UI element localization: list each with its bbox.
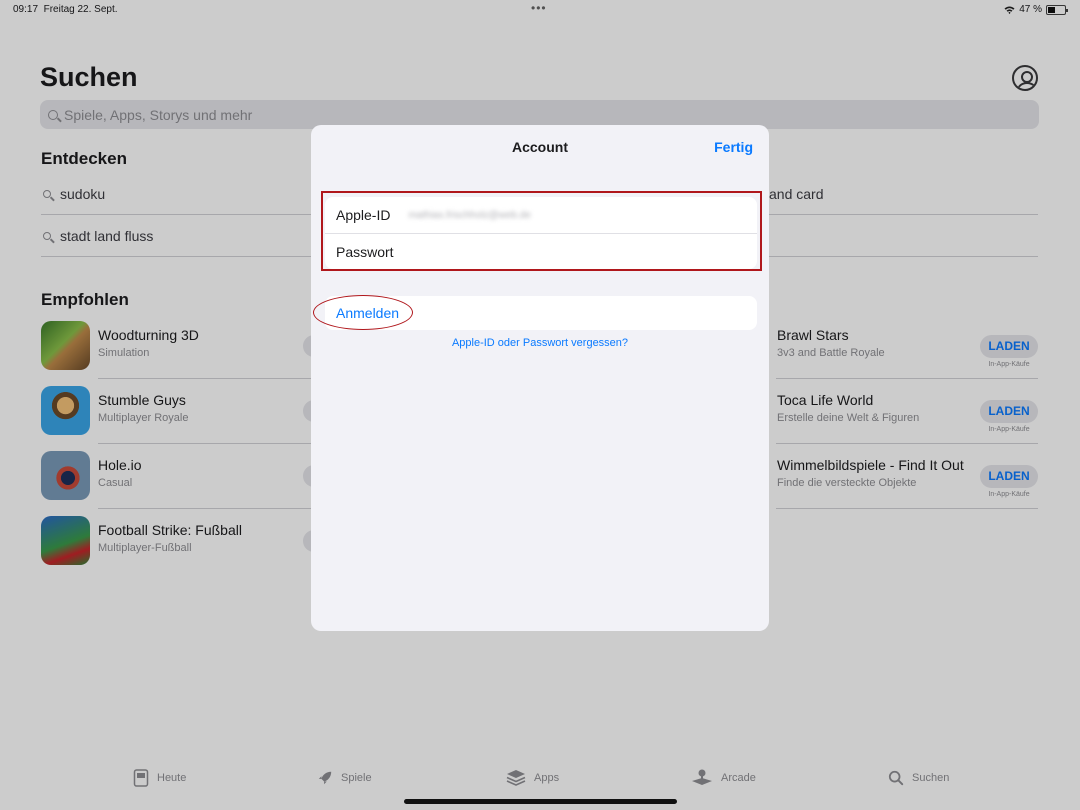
- home-indicator[interactable]: [404, 799, 677, 804]
- done-button[interactable]: Fertig: [714, 139, 753, 155]
- modal-title: Account: [512, 139, 568, 155]
- highlight-ellipse: [313, 295, 413, 330]
- highlight-box: [321, 191, 762, 271]
- forgot-password-link[interactable]: Apple-ID oder Passwort vergessen?: [311, 337, 769, 349]
